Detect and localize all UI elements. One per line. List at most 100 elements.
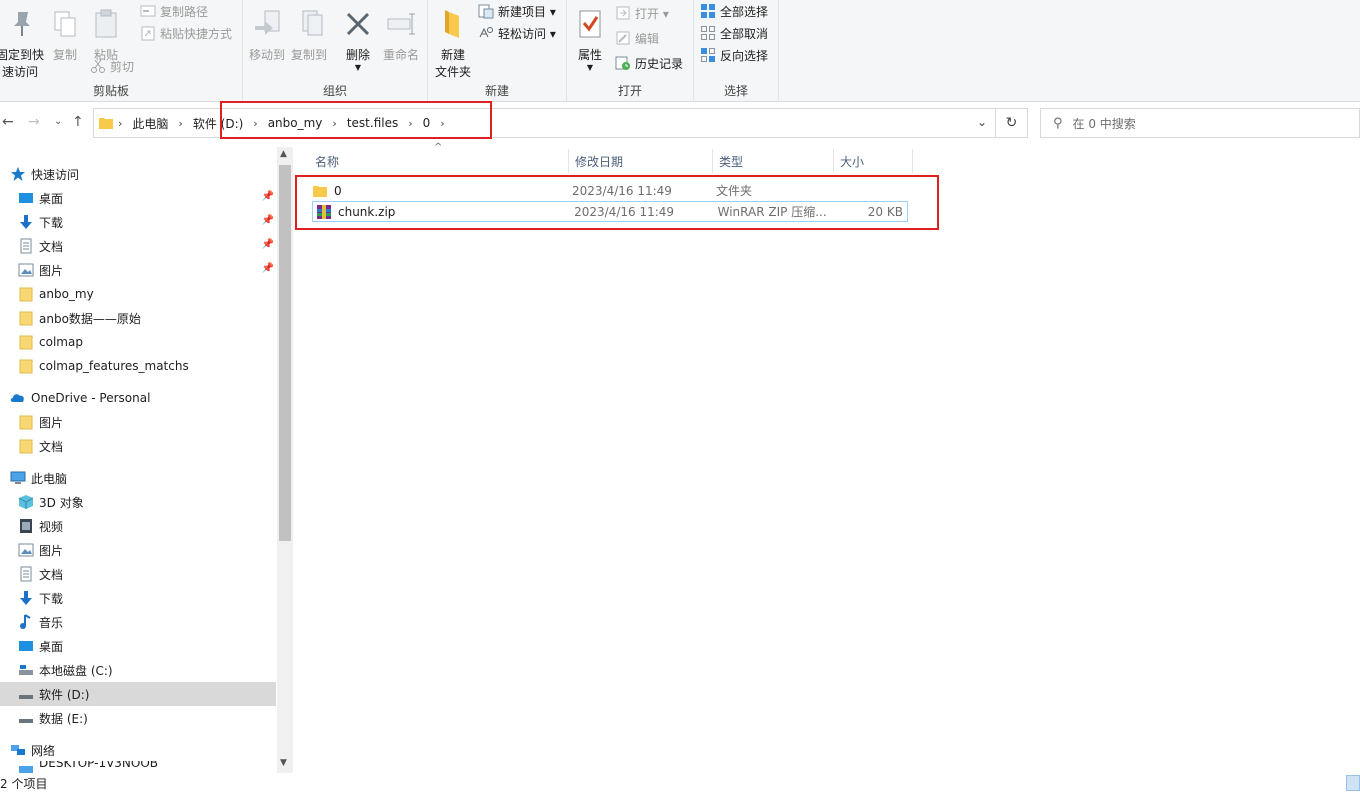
document-icon bbox=[20, 566, 32, 582]
nav-quick-access[interactable]: 快速访问 bbox=[10, 162, 286, 186]
history-button[interactable]: 历史记录 bbox=[615, 52, 683, 74]
nav-network[interactable]: 网络 bbox=[10, 738, 286, 762]
nav-item-pictures[interactable]: 图片 📌 bbox=[18, 258, 276, 282]
nav-item-label: 桌面 bbox=[39, 639, 64, 654]
back-arrow-icon[interactable]: ← bbox=[2, 114, 14, 130]
rename-button[interactable]: 重命名 bbox=[379, 4, 423, 64]
search-icon: ⚲ bbox=[1053, 115, 1063, 131]
pin-label-line1: 固定到快 bbox=[0, 48, 45, 62]
cut-button[interactable]: 剪切 bbox=[90, 55, 134, 77]
nav-desktop[interactable]: 桌面 bbox=[18, 634, 276, 658]
rename-icon bbox=[387, 13, 415, 35]
invert-selection-button[interactable]: 反向选择 bbox=[700, 44, 768, 66]
new-item-button[interactable]: 新建项目 ▾ bbox=[478, 0, 556, 22]
status-bar: 2 个项目 bbox=[0, 773, 1360, 793]
column-name[interactable]: 名称 bbox=[309, 149, 569, 173]
drive-icon bbox=[19, 695, 33, 699]
new-folder-button[interactable]: 新建 文件夹 bbox=[432, 4, 474, 81]
select-none-icon bbox=[701, 26, 715, 40]
column-date[interactable]: 修改日期 bbox=[569, 149, 713, 173]
easy-access-label: 轻松访问 ▾ bbox=[498, 26, 556, 41]
properties-button[interactable]: 属性 ▼ bbox=[573, 4, 607, 72]
nav-onedrive-pictures[interactable]: 图片 bbox=[18, 410, 276, 434]
new-item-icon bbox=[478, 4, 494, 19]
pin-quick-access-button[interactable]: 固定到快 速访问 bbox=[0, 4, 44, 81]
column-type[interactable]: 类型 bbox=[713, 149, 834, 173]
nav-onedrive[interactable]: OneDrive - Personal bbox=[10, 386, 286, 410]
nav-videos[interactable]: 视频 bbox=[18, 514, 276, 538]
select-all-button[interactable]: 全部选择 bbox=[700, 0, 768, 22]
nav-item-label: 图片 bbox=[39, 263, 64, 278]
paste-shortcut-button[interactable]: 粘贴快捷方式 bbox=[140, 22, 232, 44]
nav-this-pc-label: 此电脑 bbox=[31, 471, 68, 486]
move-to-button[interactable]: 移动到 bbox=[247, 4, 287, 64]
open-button[interactable]: 打开 ▾ bbox=[615, 2, 669, 24]
breadcrumb-this-pc[interactable]: 此电脑 bbox=[126, 115, 174, 132]
open-group-label: 打开 bbox=[617, 84, 642, 98]
pin-icon: 📌 bbox=[261, 215, 274, 226]
nav-this-pc[interactable]: 此电脑 bbox=[10, 466, 286, 490]
nav-documents[interactable]: 文档 bbox=[18, 562, 276, 586]
nav-item-label: DESKTOP-1V3NOOB bbox=[39, 761, 159, 770]
breadcrumb-separator-icon: › bbox=[178, 116, 183, 130]
scroll-down-icon[interactable]: ▼ bbox=[280, 758, 287, 768]
star-icon bbox=[11, 167, 25, 181]
details-view-icon[interactable] bbox=[1346, 775, 1360, 791]
nav-network-label: 网络 bbox=[31, 743, 56, 758]
easy-access-button[interactable]: 轻松访问 ▾ bbox=[478, 22, 556, 44]
nav-item-label: 视频 bbox=[39, 519, 64, 534]
edit-button[interactable]: 编辑 bbox=[615, 27, 659, 49]
paste-shortcut-label: 粘贴快捷方式 bbox=[160, 26, 233, 41]
nav-scrollbar-thumb[interactable] bbox=[279, 165, 291, 541]
pin-icon: 📌 bbox=[261, 263, 274, 274]
scissors-icon bbox=[91, 59, 105, 73]
scroll-up-icon[interactable]: ▲ bbox=[280, 149, 287, 159]
copy-to-label: 复制到 bbox=[290, 48, 327, 62]
up-arrow-icon[interactable]: ↑ bbox=[72, 114, 84, 130]
document-icon bbox=[20, 238, 32, 254]
nav-pictures[interactable]: 图片 bbox=[18, 538, 276, 562]
pin-label-line2: 速访问 bbox=[1, 65, 38, 79]
nav-item-documents[interactable]: 文档 📌 bbox=[18, 234, 276, 258]
move-to-label: 移动到 bbox=[248, 48, 285, 62]
nav-onedrive-documents[interactable]: 文档 bbox=[18, 434, 276, 458]
nav-item-colmap[interactable]: colmap bbox=[18, 330, 276, 354]
search-placeholder: 在 0 中搜索 bbox=[1072, 116, 1136, 131]
nav-item-label: 下载 bbox=[39, 591, 64, 606]
nav-item-colmap-features-matchs[interactable]: colmap_features_matchs bbox=[18, 354, 276, 378]
address-dropdown-chevron-icon[interactable]: ⌄ bbox=[977, 115, 987, 129]
copy-path-button[interactable]: 复制路径 bbox=[140, 0, 208, 22]
nav-drive-c[interactable]: 本地磁盘 (C:) bbox=[18, 658, 276, 682]
column-size[interactable]: 大小 bbox=[834, 149, 913, 173]
refresh-button[interactable]: ↻ bbox=[996, 108, 1028, 138]
drive-icon bbox=[19, 719, 33, 723]
nav-item-downloads[interactable]: 下载 📌 bbox=[18, 210, 276, 234]
nav-item-label: anbo数据——原始 bbox=[39, 311, 141, 326]
move-to-icon bbox=[255, 10, 280, 35]
breadcrumb-separator-icon: › bbox=[118, 116, 123, 130]
open-label: 打开 ▾ bbox=[635, 6, 669, 21]
easy-access-icon bbox=[479, 27, 493, 38]
nav-item-anbo-data-raw[interactable]: anbo数据——原始 bbox=[18, 306, 276, 330]
nav-network-desktop[interactable]: DESKTOP-1V3NOOB bbox=[18, 761, 276, 773]
column-header-row: 名称 修改日期 类型 大小 bbox=[309, 149, 913, 173]
history-icon bbox=[615, 56, 630, 70]
nav-3d-objects[interactable]: 3D 对象 bbox=[18, 490, 276, 514]
nav-item-label: 文档 bbox=[39, 439, 64, 454]
pictures-icon bbox=[18, 543, 34, 557]
copy-button[interactable]: 复制 bbox=[48, 4, 82, 64]
forward-arrow-icon[interactable]: → bbox=[28, 114, 40, 130]
delete-button[interactable]: 删除 ▼ bbox=[341, 4, 375, 72]
select-none-button[interactable]: 全部取消 bbox=[700, 22, 768, 44]
search-box[interactable]: ⚲ 在 0 中搜索 bbox=[1040, 108, 1360, 138]
nav-item-desktop[interactable]: 桌面 📌 bbox=[18, 186, 276, 210]
organize-group-label: 组织 bbox=[322, 84, 347, 98]
nav-item-anbo-my[interactable]: anbo_my bbox=[18, 282, 276, 306]
copy-to-button[interactable]: 复制到 bbox=[289, 4, 329, 64]
nav-drive-e[interactable]: 数据 (E:) bbox=[18, 706, 276, 730]
clipboard-group: 固定到快 速访问 复制 粘贴 复制路径 粘贴快捷方式 剪切 剪贴板 bbox=[0, 0, 243, 101]
nav-music[interactable]: 音乐 bbox=[18, 610, 276, 634]
recent-locations-chevron-icon[interactable]: ⌄ bbox=[54, 116, 62, 127]
nav-downloads[interactable]: 下载 bbox=[18, 586, 276, 610]
nav-drive-d[interactable]: 软件 (D:) bbox=[0, 682, 276, 706]
